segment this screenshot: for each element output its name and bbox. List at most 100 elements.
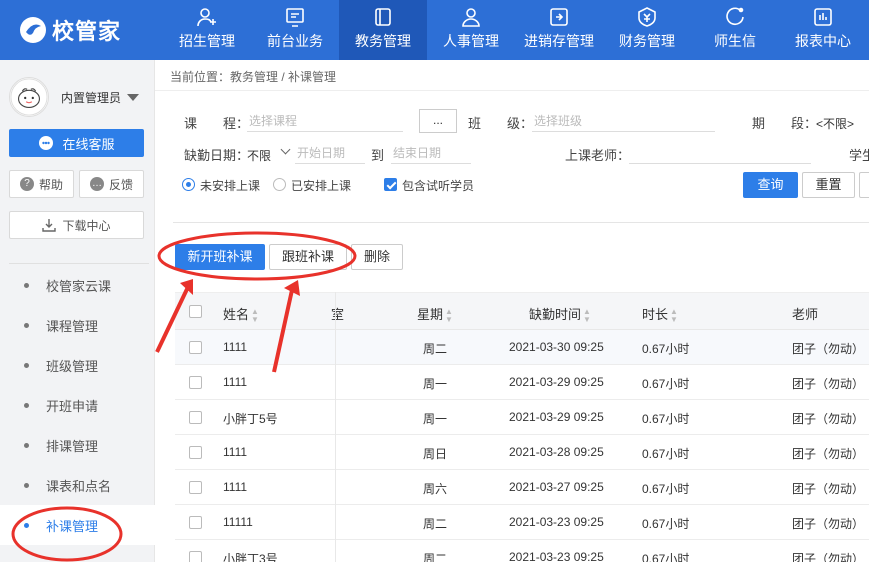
select-all-checkbox[interactable]	[189, 305, 202, 318]
row-checkbox[interactable]	[189, 341, 202, 354]
cell-teacher: 团子（勿动）	[792, 517, 865, 531]
radio-scheduled-label: 已安排上课	[291, 179, 352, 193]
help-button[interactable]: ? 帮助	[9, 170, 74, 198]
table-header: 姓名 ▲ ▼ 室 星期 ▲ ▼ 缺勤时间 ▲ ▼ 时长 ▲ ▼ 老师	[175, 292, 869, 330]
cell-name: 1111	[223, 480, 248, 494]
nav-item-academic[interactable]: 教务管理	[339, 0, 427, 60]
monitor-icon	[286, 8, 304, 27]
sidebar-menu: 校管家云课 课程管理 班级管理 开班申请 排课管理 课表和点名 补课管理	[0, 265, 155, 545]
user-menu[interactable]: 内置管理员	[9, 77, 149, 117]
cell-duration: 0.67小时	[642, 342, 690, 356]
table-row[interactable]: 11111 周二 2021-03-23 09:25 0.67小时 团子（勿动）	[175, 505, 869, 540]
cell-weekday: 周日	[423, 447, 448, 461]
cell-teacher: 团子（勿动）	[792, 552, 865, 562]
user-name: 内置管理员	[61, 90, 122, 105]
nav-item-hr[interactable]: 人事管理	[427, 0, 515, 60]
course-label: 课 程：	[184, 116, 250, 131]
table-row[interactable]: 1111 周日 2021-03-28 09:25 0.67小时 团子（勿动）	[175, 435, 869, 470]
cell-name: 1111	[223, 445, 248, 459]
nav-item-reports[interactable]: 报表中心	[779, 0, 867, 60]
period-select[interactable]: <不限>	[816, 115, 854, 132]
nav-item-recruit[interactable]: 招生管理	[163, 0, 251, 60]
reset-button[interactable]: 重置	[802, 172, 855, 198]
person-icon	[462, 8, 480, 27]
course-input[interactable]	[247, 110, 403, 132]
help-row: ? 帮助 … 反馈	[9, 170, 144, 198]
bullet-icon	[24, 362, 29, 368]
breadcrumb-divider	[155, 90, 869, 91]
question-icon: ?	[19, 177, 34, 191]
row-checkbox[interactable]	[189, 411, 202, 424]
radio-unscheduled[interactable]	[182, 178, 195, 191]
header-weekday[interactable]: 星期 ▲ ▼	[417, 304, 453, 324]
table-row[interactable]: 小胖丁5号 周一 2021-03-29 09:25 0.67小时 团子（勿动）	[175, 400, 869, 435]
row-checkbox[interactable]	[189, 481, 202, 494]
row-checkbox[interactable]	[189, 446, 202, 459]
cell-weekday: 周一	[423, 377, 448, 391]
more-filter-button[interactable]	[859, 172, 869, 198]
row-checkbox[interactable]	[189, 376, 202, 389]
sidebar-item-cloud-class[interactable]: 校管家云课	[0, 265, 155, 305]
bullet-icon	[24, 442, 29, 448]
new-class-makeup-button[interactable]: 新开班补课	[175, 244, 265, 270]
main-content: 当前位置：教务管理 / 补课管理 课 程： ... 班 级： 期 段： <不限>…	[155, 60, 869, 562]
cell-teacher: 团子（勿动）	[792, 377, 865, 391]
cell-teacher: 团子（勿动）	[792, 412, 865, 426]
header-name[interactable]: 姓名 ▲ ▼	[223, 304, 259, 324]
cell-absent-time: 2021-03-23 09:25	[509, 550, 604, 562]
sidebar: 内置管理员 在线客服 ? 帮助 … 反馈 下载中心 校管家云课 课程管理 班级管…	[0, 60, 155, 562]
breadcrumb: 当前位置：教务管理 / 补课管理	[170, 70, 337, 84]
include-trial-checkbox[interactable]	[384, 178, 397, 191]
table-row[interactable]: 1111 周二 2021-03-30 09:25 0.67小时 团子（勿动）	[175, 330, 869, 365]
cell-name: 1111	[223, 340, 248, 354]
sidebar-item-class-application[interactable]: 开班申请	[0, 385, 155, 425]
header-duration[interactable]: 时长 ▲ ▼	[642, 304, 678, 324]
nav-item-message[interactable]: 师生信	[691, 0, 779, 60]
sidebar-item-timetable[interactable]: 课表和点名	[0, 465, 155, 505]
absent-date-mode-select[interactable]: 不限	[247, 147, 271, 164]
avatar	[9, 77, 49, 117]
start-date-input[interactable]	[295, 142, 365, 164]
delete-button[interactable]: 删除	[351, 244, 403, 270]
sidebar-item-makeup[interactable]: 补课管理	[0, 505, 155, 545]
nav-item-frontdesk[interactable]: 前台业务	[251, 0, 339, 60]
to-label: 到	[371, 148, 385, 163]
sidebar-item-scheduling[interactable]: 排课管理	[0, 425, 155, 465]
row-checkbox[interactable]	[189, 551, 202, 562]
radio-scheduled[interactable]	[273, 178, 286, 191]
period-label: 期 段：	[752, 116, 818, 131]
chevron-down-icon	[127, 93, 140, 101]
follow-class-makeup-button[interactable]: 跟班补课	[269, 244, 347, 270]
cell-weekday: 周二	[423, 552, 448, 562]
download-center-button[interactable]: 下载中心	[9, 211, 144, 239]
sidebar-item-classes[interactable]: 班级管理	[0, 345, 155, 385]
bullet-icon	[24, 282, 29, 288]
teacher-input[interactable]	[629, 142, 811, 164]
table-row[interactable]: 小胖丁3号 周二 2021-03-23 09:25 0.67小时 团子（勿动）	[175, 540, 869, 562]
course-picker-button[interactable]: ...	[419, 109, 457, 133]
logo-icon	[20, 17, 46, 43]
nav-item-finance[interactable]: 财务管理	[603, 0, 691, 60]
bullet-icon	[24, 522, 29, 528]
class-input[interactable]	[532, 110, 715, 132]
sidebar-divider	[9, 263, 149, 264]
row-checkbox[interactable]	[189, 516, 202, 529]
cell-weekday: 周一	[423, 412, 448, 426]
end-date-input[interactable]	[391, 142, 471, 164]
online-service-button[interactable]: 在线客服	[9, 129, 144, 157]
nav-item-inventory[interactable]: 进销存管理	[515, 0, 603, 60]
brand-logo[interactable]: 校管家	[18, 13, 121, 47]
bullet-icon	[24, 482, 29, 488]
table-row[interactable]: 1111 周六 2021-03-27 09:25 0.67小时 团子（勿动）	[175, 470, 869, 505]
report-icon	[814, 8, 832, 26]
header-absent-time[interactable]: 缺勤时间 ▲ ▼	[529, 304, 591, 324]
sidebar-item-courses[interactable]: 课程管理	[0, 305, 155, 345]
table-row[interactable]: 1111 周一 2021-03-29 09:25 0.67小时 团子（勿动）	[175, 365, 869, 400]
inventory-icon	[550, 8, 568, 26]
cell-teacher: 团子（勿动）	[792, 447, 865, 461]
cell-name: 11111	[223, 515, 253, 529]
cell-duration: 0.67小时	[642, 377, 690, 391]
query-button[interactable]: 查询	[743, 172, 798, 198]
feedback-button[interactable]: … 反馈	[79, 170, 144, 198]
cell-duration: 0.67小时	[642, 552, 690, 562]
